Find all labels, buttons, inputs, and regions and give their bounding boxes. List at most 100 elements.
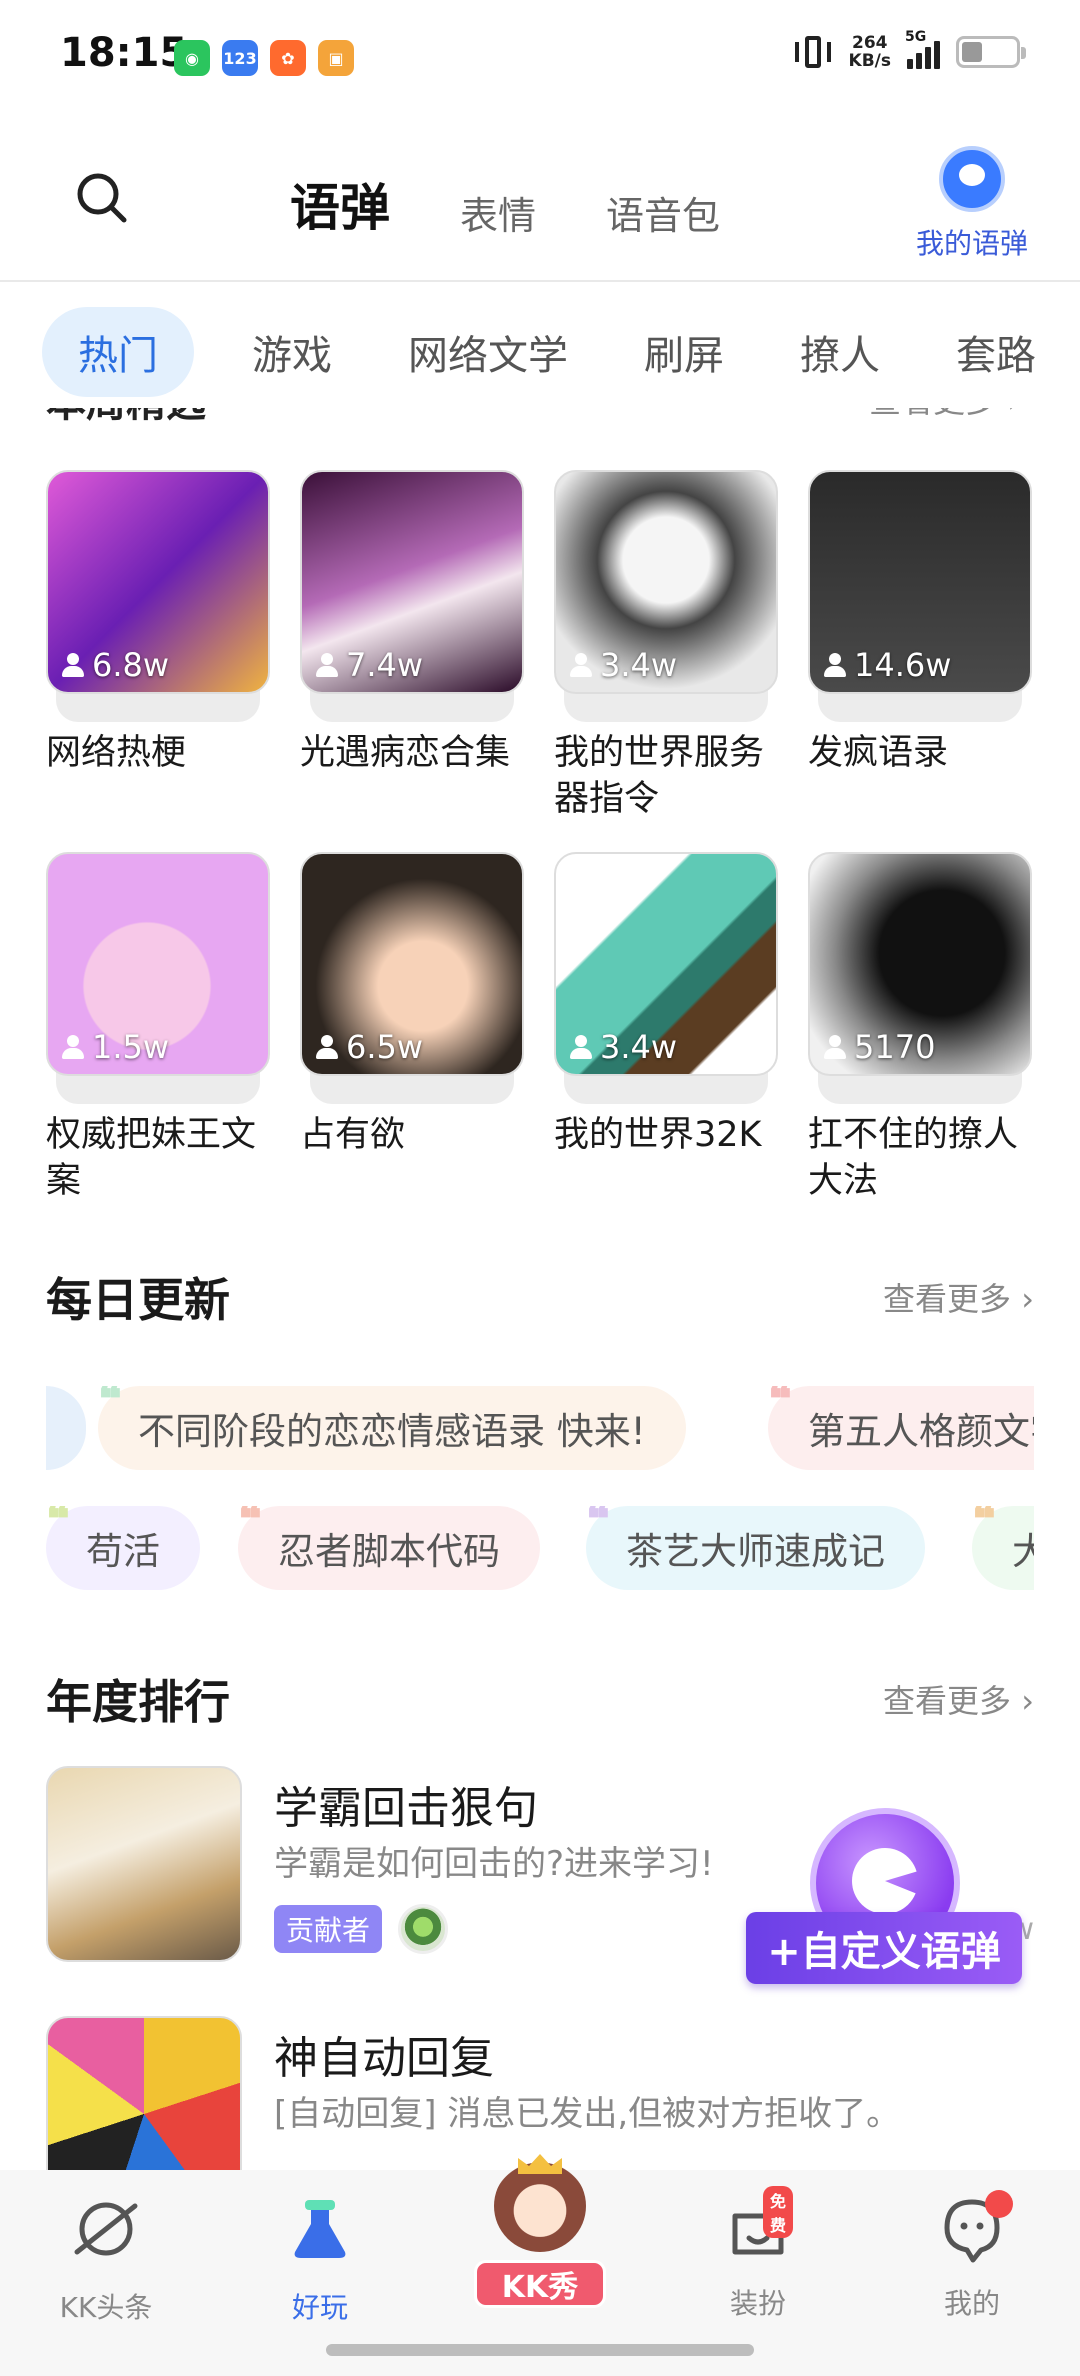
card-title: 发疯语录 xyxy=(808,733,949,773)
category-tabs: 热门 游戏 网络文学 刷屏 撩人 套路 xyxy=(0,296,1080,408)
my-yudan-button[interactable]: 我的语弹 xyxy=(912,146,1032,262)
card-title: 网络热梗 xyxy=(46,733,187,773)
nav-me[interactable]: 我的 xyxy=(892,2190,1052,2322)
home-indicator[interactable] xyxy=(326,2344,754,2356)
quote-icon: ❝ xyxy=(586,1506,610,1545)
card-thumbnail-wrap: 5170 xyxy=(808,852,1032,1104)
top-tabs: 语弹 表情 语音包 xyxy=(290,168,720,240)
chat-bubble-icon xyxy=(939,146,1005,212)
flask-icon xyxy=(294,2200,346,2258)
quote-icon: ❝ xyxy=(238,1506,262,1545)
card-thumbnail-wrap: 7.4w xyxy=(300,470,524,722)
category-tab-routine[interactable]: 套路 xyxy=(918,307,1074,397)
daily-section-header: 每日更新 查看更多 › xyxy=(46,1264,1034,1330)
card-thumbnail-wrap: 3.4w xyxy=(554,852,778,1104)
nav-dressup[interactable]: 免费 装扮 xyxy=(678,2186,838,2322)
tab-voice-pack[interactable]: 语音包 xyxy=(606,185,720,240)
ranking-item-description: [自动回复] 消息已发出,但被对方拒收了。 xyxy=(274,2094,901,2134)
nav-fun[interactable]: 好玩 xyxy=(240,2194,400,2326)
my-yudan-label: 我的语弹 xyxy=(915,227,1028,260)
ranking-section-title: 年度排行 xyxy=(46,1675,230,1729)
weekly-card[interactable]: 5170 扛不住的撩人大法 xyxy=(808,852,1032,1234)
category-tab-games[interactable]: 游戏 xyxy=(214,307,370,397)
daily-row-2: ❝ 苟活 ❝ 忍者脚本代码 ❝ 茶艺大师速成记 ❝ 大 xyxy=(46,1506,1034,1590)
ranking-item-title: 神自动回复 xyxy=(274,2033,494,2084)
card-user-count: 14.6w xyxy=(824,646,951,684)
category-tab-flirt[interactable]: 撩人 xyxy=(762,307,918,397)
card-thumbnail: 6.8w xyxy=(46,470,270,694)
daily-section-title: 每日更新 xyxy=(46,1273,230,1327)
nav-label: 装扮 xyxy=(729,2287,786,2320)
ranking-section-header: 年度排行 查看更多 › xyxy=(46,1666,1034,1732)
planet-icon xyxy=(74,2202,138,2256)
weekly-card[interactable]: 6.5w 占有欲 xyxy=(300,852,524,1234)
card-user-count: 3.4w xyxy=(570,646,677,684)
network-speed: 264 KB/s xyxy=(848,33,891,71)
person-icon xyxy=(824,1035,846,1059)
card-thumbnail: 6.5w xyxy=(300,852,524,1076)
category-tab-spam[interactable]: 刷屏 xyxy=(606,307,762,397)
weekly-card[interactable]: 3.4w 我的世界32K xyxy=(554,852,778,1234)
orange-app-icon: ✿ xyxy=(270,40,306,76)
person-icon xyxy=(824,653,846,677)
person-icon xyxy=(316,1035,338,1059)
quote-icon: ❝ xyxy=(46,1506,70,1545)
card-user-count: 6.8w xyxy=(62,646,169,684)
nav-label: KK头条 xyxy=(59,2291,153,2324)
wechat-icon: ◉ xyxy=(174,40,210,76)
ranking-item-description: 学霸是如何回击的?进来学习! xyxy=(274,1844,714,1884)
ranking-item-meta: 贡献者 xyxy=(274,1904,449,1954)
person-icon xyxy=(570,1035,592,1059)
card-title: 扛不住的撩人大法 xyxy=(808,1115,1019,1201)
weekly-card[interactable]: 7.4w 光遇病恋合集 xyxy=(300,470,524,852)
ranking-view-more[interactable]: 查看更多 › xyxy=(883,1676,1034,1722)
card-thumbnail-wrap: 3.4w xyxy=(554,470,778,722)
daily-pill[interactable]: ❝ 不同阶段的恋恋情感语录 快来! xyxy=(98,1386,686,1470)
daily-pill[interactable]: ❝ 第五人格颜文字 xyxy=(768,1386,1034,1470)
contributor-avatar[interactable] xyxy=(398,1904,449,1954)
category-tab-hot[interactable]: 热门 xyxy=(42,307,194,397)
card-user-count: 5170 xyxy=(824,1028,935,1066)
nav-kk-show[interactable]: KK秀 xyxy=(468,2154,612,2308)
daily-pill[interactable]: ❝ 忍者脚本代码 xyxy=(238,1506,540,1590)
daily-pill[interactable]: ❝ 茶艺大师速成记 xyxy=(586,1506,925,1590)
nav-kk-headline[interactable]: KK头条 xyxy=(26,2194,186,2326)
person-icon xyxy=(62,653,84,677)
card-thumbnail: 1.5w xyxy=(46,852,270,1076)
daily-pill-partial[interactable] xyxy=(46,1386,86,1470)
card-title: 占有欲 xyxy=(300,1115,406,1155)
card-thumbnail-wrap: 1.5w xyxy=(46,852,270,1104)
daily-view-more[interactable]: 查看更多 › xyxy=(883,1274,1034,1320)
tab-emoji[interactable]: 表情 xyxy=(460,185,536,240)
weekly-card[interactable]: 6.8w 网络热梗 xyxy=(46,470,270,852)
123-app-icon: 123 xyxy=(222,40,258,76)
custom-yudan-button[interactable]: +自定义语弹 xyxy=(746,1808,1022,1984)
free-tag: 免费 xyxy=(763,2186,793,2238)
card-thumbnail-wrap: 14.6w xyxy=(808,470,1032,722)
daily-pill[interactable]: ❝ 大 xyxy=(972,1506,1034,1590)
profile-icon xyxy=(937,2190,1013,2264)
tab-yudan[interactable]: 语弹 xyxy=(290,168,390,240)
search-icon[interactable] xyxy=(74,170,130,226)
signal-icon: 5G xyxy=(905,29,940,69)
status-bar: 18:15 ◉ 123 ✿ ▣ 264 KB/s 5G xyxy=(0,0,1080,118)
card-thumbnail: 3.4w xyxy=(554,470,778,694)
quote-icon: ❝ xyxy=(98,1386,122,1425)
game-app-icon: ▣ xyxy=(318,40,354,76)
daily-pill[interactable]: ❝ 苟活 xyxy=(46,1506,200,1590)
dressup-icon: 免费 xyxy=(723,2186,793,2264)
custom-yudan-label: +自定义语弹 xyxy=(746,1912,1022,1984)
weekly-card[interactable]: 14.6w 发疯语录 xyxy=(808,470,1032,852)
ranking-thumbnail xyxy=(46,1766,242,1962)
nav-label: 我的 xyxy=(943,2287,1000,2320)
notification-dot xyxy=(985,2190,1013,2218)
weekly-card[interactable]: 1.5w 权威把妹王文案 xyxy=(46,852,270,1234)
card-thumbnail: 5170 xyxy=(808,852,1032,1076)
weekly-card[interactable]: 3.4w 我的世界服务器指令 xyxy=(554,470,778,852)
status-indicators: 264 KB/s 5G xyxy=(793,29,1026,71)
card-thumbnail: 7.4w xyxy=(300,470,524,694)
category-tab-web-literature[interactable]: 网络文学 xyxy=(370,307,606,397)
quote-icon: ❝ xyxy=(972,1506,996,1545)
status-app-icons: ◉ 123 ✿ ▣ xyxy=(174,40,354,76)
card-title: 光遇病恋合集 xyxy=(300,733,511,773)
